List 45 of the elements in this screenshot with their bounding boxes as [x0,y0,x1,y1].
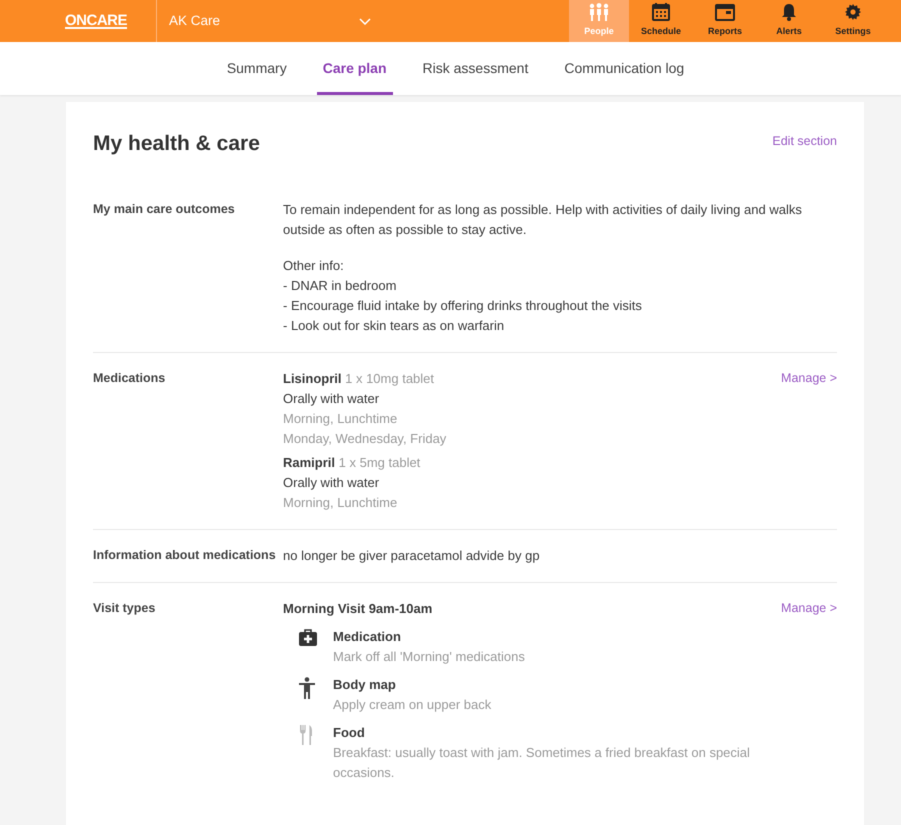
task-description: Breakfast: usually toast with jam. Sometimes a fried breakfast on special occasions. [333,744,751,782]
field-label: Medications [93,370,166,386]
field-label: My main care outcomes [93,200,236,218]
calendar-icon [652,3,670,21]
body-text: no longer be giver paracetamol advide by gp [283,546,541,565]
folder-icon [715,3,735,21]
nav-item[interactable]: Alerts [757,0,821,42]
section-title: My health & care [93,131,260,157]
bell-icon [781,3,797,21]
edit-link[interactable]: Edit section [772,132,837,151]
field-label: Information about medications [93,546,277,564]
tab[interactable]: Risk assessment [416,42,534,95]
body-text: - DNAR in bedroom [283,276,398,294]
chevron-icon [359,18,371,24]
nav-item[interactable]: Reports [693,0,757,42]
logo: ONCARE [64,10,128,31]
visit-title: Morning Visit 9am-10am [283,600,434,618]
body-text: To remain independent for as long as possible. Help with activities of daily living and walks outside as often as possible to stay active. [283,200,803,239]
medication-detail: Morning, Lunchtime [283,410,398,428]
body-text: Other info: [283,256,345,274]
task-title: Body map [333,676,397,694]
medication-detail: Orally with water [283,474,380,492]
manage-link[interactable]: Manage > [781,368,837,512]
tab[interactable]: Summary [220,42,293,95]
nav-item[interactable]: Schedule [629,0,693,42]
medication-detail: Morning, Lunchtime [283,494,398,512]
field-label: Visit types [93,600,156,617]
settings-icon [844,3,862,21]
task-title: Food [333,724,366,742]
task-title: Medication [333,628,402,646]
manage-link[interactable]: Manage > [781,598,837,782]
tab[interactable]: Communication log [558,42,690,95]
body-text: - Encourage fluid intake by offering drinks throughout the visits [283,296,643,315]
nav-item[interactable]: Settings [821,0,885,42]
person-icon [299,676,317,698]
task-description: Mark off all 'Morning' medications [333,648,525,666]
task-description: Apply cream on upper back [333,696,492,714]
medication-name: Lisinopril 1 x 10mg tablet [283,370,436,388]
medication-detail: Orally with water [283,390,380,408]
body-text: - Look out for skin tears as on warfarin [283,316,506,334]
medication-detail: Monday, Wednesday, Friday [283,430,448,448]
tab[interactable]: Care plan [316,42,393,95]
medication-name: Ramipril 1 x 5mg tablet [283,454,422,472]
medical-bag-icon [299,628,317,646]
people-icon [588,3,610,21]
